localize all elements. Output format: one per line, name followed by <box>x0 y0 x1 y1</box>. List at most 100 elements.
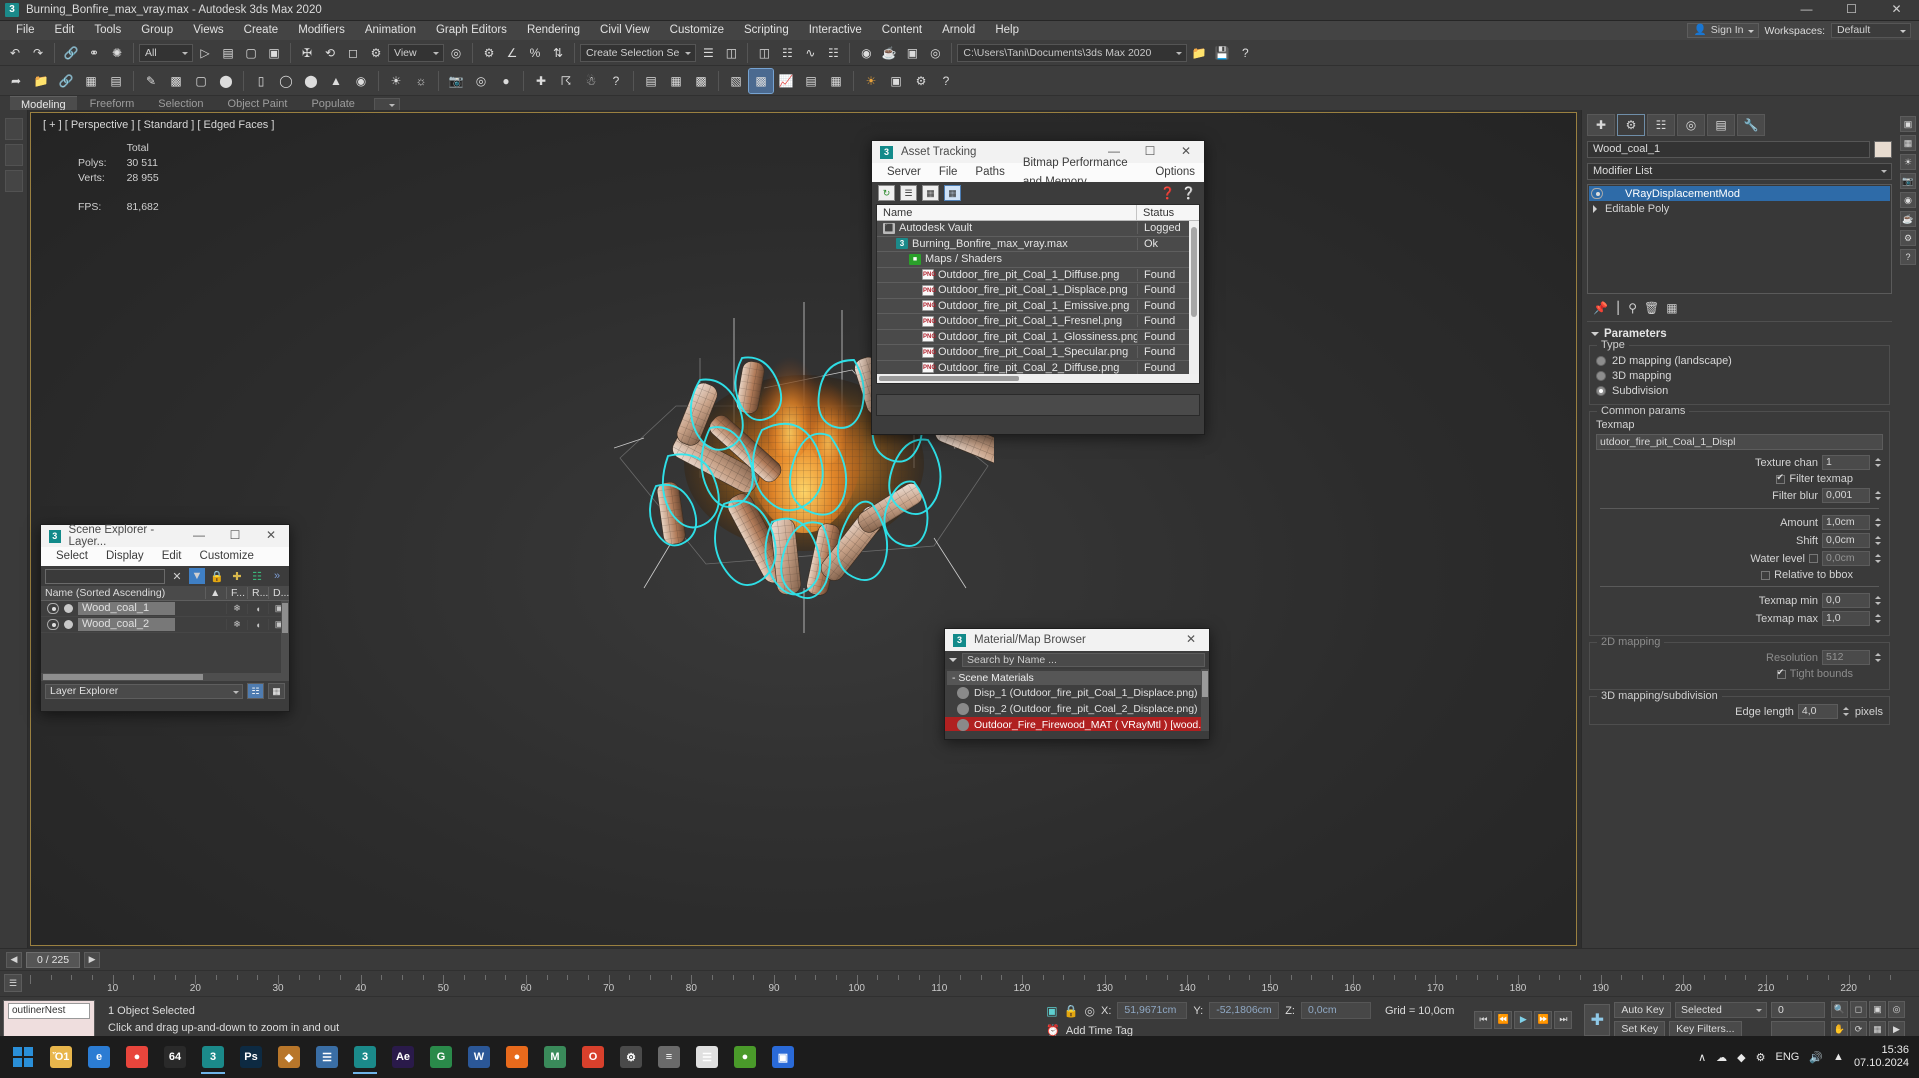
vray-frame-icon[interactable]: ▣ <box>884 69 908 93</box>
asset-tracking-list[interactable]: Name Status ⬛Autodesk VaultLogged3Burnin… <box>876 204 1200 384</box>
menu-item-scripting[interactable]: Scripting <box>734 21 799 40</box>
maximize-button[interactable]: ☐ <box>1829 0 1874 21</box>
menu-item-views[interactable]: Views <box>183 21 233 40</box>
menu-item-arnold[interactable]: Arnold <box>932 21 985 40</box>
select-region-icon[interactable]: ▩ <box>164 69 188 93</box>
edge-length-spinner[interactable] <box>1843 704 1851 719</box>
scene-search-input[interactable] <box>45 569 165 584</box>
schematic-view-icon[interactable]: ☷ <box>822 42 844 64</box>
scene-explorer-horizontal-scrollbar[interactable] <box>41 673 289 681</box>
64-app-icon[interactable]: 64 <box>156 1038 194 1076</box>
slider-next-icon[interactable]: ▶ <box>84 952 100 968</box>
list-item[interactable]: Wood_coal_1❄◖▣ <box>41 601 289 617</box>
table-row[interactable]: PNGOutdoor_fire_pit_Coal_1_Fresnel.pngFo… <box>877 314 1199 330</box>
asset-close-button[interactable]: ✕ <box>1168 141 1204 163</box>
clear-search-icon[interactable]: ✕ <box>169 568 185 584</box>
close-button[interactable]: ✕ <box>1874 0 1919 21</box>
pin-stack-icon[interactable]: 📌 <box>1593 301 1608 315</box>
material-close-button[interactable]: ✕ <box>1173 629 1209 651</box>
ruler-menu-icon[interactable]: ☰ <box>4 974 22 992</box>
x-field[interactable]: 51,9671cm <box>1117 1002 1187 1019</box>
select-link-icon[interactable]: 🔗 <box>60 42 82 64</box>
unlink-icon[interactable]: ⚭ <box>83 42 105 64</box>
maya-icon[interactable]: M <box>536 1038 574 1076</box>
placement-icon[interactable]: ⚙ <box>365 42 387 64</box>
object-name-field[interactable]: Wood_coal_1 <box>1587 141 1870 158</box>
menu-item-civil-view[interactable]: Civil View <box>590 21 660 40</box>
more-options-icon[interactable]: » <box>269 568 285 584</box>
texmap-min-spinner[interactable] <box>1875 593 1883 608</box>
graph-panel-5-icon[interactable]: ▦ <box>824 69 848 93</box>
camera-icon[interactable]: 📷 <box>444 69 468 93</box>
texture-chan-field[interactable]: 1 <box>1822 455 1870 470</box>
graph-panel-1-icon[interactable]: ▧ <box>724 69 748 93</box>
angle-snap-icon[interactable]: ∠ <box>501 42 523 64</box>
go-to-end-icon[interactable]: ⏭ <box>1554 1011 1572 1029</box>
select-by-name-icon[interactable]: ▤ <box>217 42 239 64</box>
render-frame-icon[interactable]: ▣ <box>901 42 923 64</box>
scene-menu-edit[interactable]: Edit <box>153 547 191 566</box>
curve-editor-icon[interactable]: ∿ <box>799 42 821 64</box>
menu-item-help[interactable]: Help <box>985 21 1029 40</box>
filter-texmap-checkbox[interactable] <box>1776 475 1785 484</box>
grammarly-icon[interactable]: G <box>422 1038 460 1076</box>
scene-minimize-button[interactable]: — <box>181 525 217 547</box>
asset-menu-paths[interactable]: Paths <box>966 163 1013 182</box>
maxscript-mini-listener[interactable]: outlinerNest <box>3 1000 95 1039</box>
tab-modify[interactable]: ⚙ <box>1617 114 1645 136</box>
substance-icon[interactable]: ◆ <box>270 1038 308 1076</box>
move-icon[interactable]: ✠ <box>296 42 318 64</box>
asset-menu-bitmap[interactable]: Bitmap Performance and Memory <box>1014 154 1147 192</box>
chrome-icon[interactable]: ● <box>118 1038 156 1076</box>
tray-app-icon[interactable]: ◆ <box>1737 1051 1745 1064</box>
scene-close-button[interactable]: ✕ <box>253 525 289 547</box>
zoom-all-icon[interactable]: ◻ <box>1850 1001 1867 1018</box>
radio-2d-mapping[interactable]: 2D mapping (landscape) <box>1596 353 1883 368</box>
selection-filter-select[interactable]: All <box>139 44 193 62</box>
opera-icon[interactable]: O <box>574 1038 612 1076</box>
viewport-label[interactable]: [ + ] [ Perspective ] [ Standard ] [ Edg… <box>43 119 274 131</box>
bind-space-warp-icon[interactable]: ✺ <box>106 42 128 64</box>
y-field[interactable]: -52,1806cm <box>1209 1002 1279 1019</box>
scrollbar-thumb[interactable] <box>43 674 203 680</box>
tray-chevron-icon[interactable]: ∧ <box>1698 1051 1706 1064</box>
play-icon[interactable]: ▶ <box>1514 1011 1532 1029</box>
scene-explorer-vertical-scrollbar[interactable] <box>281 601 289 673</box>
object-color-swatch[interactable] <box>1874 141 1892 158</box>
modifier-stack[interactable]: VRayDisplacementMod Editable Poly <box>1587 184 1892 294</box>
rectangular-select-icon[interactable]: ▢ <box>240 42 262 64</box>
lasso-select-icon[interactable]: ⬤ <box>214 69 238 93</box>
menu-item-content[interactable]: Content <box>872 21 932 40</box>
zoom-icon[interactable]: 🔍 <box>1831 1001 1848 1018</box>
snap-toggle-icon[interactable]: ⚙ <box>478 42 500 64</box>
column-header-status[interactable]: Status <box>1137 205 1199 220</box>
paint-selection-icon[interactable]: ✎ <box>139 69 163 93</box>
scene-maximize-button[interactable]: ☐ <box>217 525 253 547</box>
make-unique-icon[interactable]: ⚲ <box>1628 301 1637 315</box>
texmap-button[interactable]: utdoor_fire_pit_Coal_1_Displ <box>1596 434 1883 450</box>
texmap-min-field[interactable]: 0,0 <box>1822 593 1870 608</box>
render-icon[interactable]: ◖ <box>247 620 268 630</box>
key-filters-button[interactable]: Key Filters... <box>1669 1021 1741 1037</box>
tab-utilities[interactable]: 🔧 <box>1737 114 1765 136</box>
table-row[interactable]: PNGOutdoor_fire_pit_Coal_1_Glossiness.pn… <box>877 330 1199 346</box>
column-header-name[interactable]: Name (Sorted Ascending) <box>41 587 205 599</box>
asset-menu-server[interactable]: Server <box>878 163 930 182</box>
start-button[interactable] <box>4 1038 42 1076</box>
detail-view-icon[interactable]: ▦ <box>922 185 939 201</box>
render-production-icon[interactable]: ◎ <box>924 42 946 64</box>
3dsmax2-icon[interactable]: 3 <box>346 1038 384 1076</box>
ribbon-toggle-icon[interactable]: ☷ <box>776 42 798 64</box>
freeze-icon[interactable]: ❄ <box>226 619 247 630</box>
radio-subdivision[interactable]: Subdivision <box>1596 383 1883 398</box>
slider-prev-icon[interactable]: ◀ <box>6 952 22 968</box>
key-mode-select[interactable]: Selected <box>1675 1002 1767 1018</box>
select-object-icon[interactable]: ▷ <box>194 42 216 64</box>
layers-icon[interactable]: ☷ <box>249 568 265 584</box>
filter-icon[interactable]: ▼ <box>189 568 205 584</box>
spot-light-icon[interactable]: ☼ <box>409 69 433 93</box>
radio-3d-mapping[interactable]: 3D mapping <box>1596 368 1883 383</box>
asset-list-vertical-scrollbar[interactable] <box>1189 221 1199 374</box>
menu-item-tools[interactable]: Tools <box>84 21 131 40</box>
named-selection-set[interactable]: Create Selection Se <box>580 44 696 62</box>
